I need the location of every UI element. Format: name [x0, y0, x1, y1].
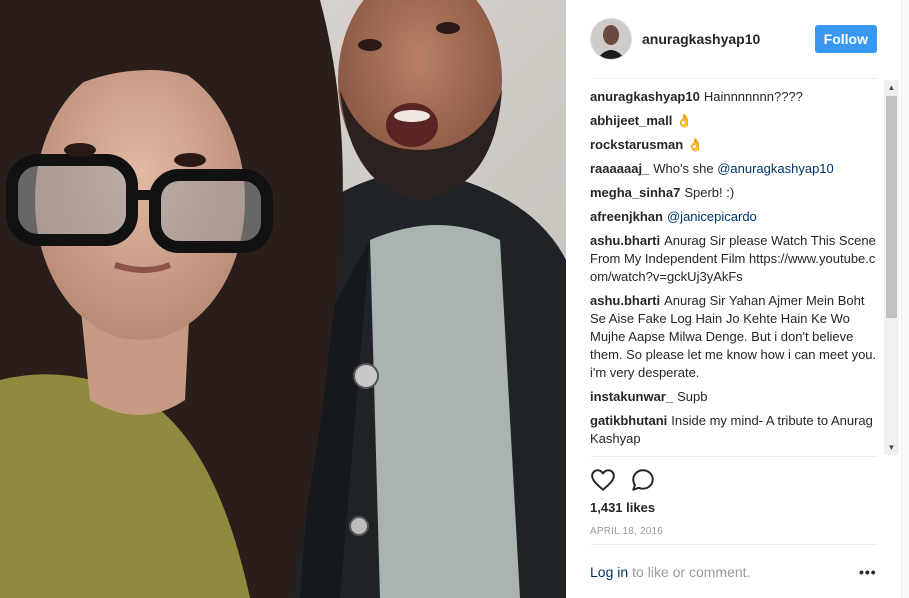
comment-username[interactable]: ashu.bharti [590, 233, 660, 248]
login-link[interactable]: Log in [590, 564, 628, 580]
login-prompt: Log in to like or comment. [590, 564, 877, 580]
more-options-icon[interactable]: ••• [859, 564, 877, 580]
comment-username[interactable]: ashu.bharti [590, 293, 660, 308]
comment-text: Sperb! :) [684, 185, 735, 200]
avatar-image [591, 19, 631, 59]
post-photo-illustration [0, 0, 566, 598]
heart-icon[interactable] [590, 467, 616, 493]
comment-item: abhijeet_mall 👌 [590, 112, 882, 130]
comment-username[interactable]: megha_sinha7 [590, 185, 680, 200]
comments-divider [590, 456, 877, 457]
login-prompt-text: to like or comment. [632, 564, 751, 580]
post-date: APRIL 18, 2016 [590, 526, 664, 537]
comments-list[interactable]: anuragkashyap10 Hainnnnnnn???? abhijeet_m… [590, 88, 882, 456]
comment-mention[interactable]: @anuragkashyap10 [717, 161, 834, 176]
avatar[interactable] [590, 18, 632, 60]
scrollbar-thumb[interactable] [886, 96, 897, 318]
post-photo [0, 0, 566, 598]
comment-text: 👌 [676, 113, 693, 128]
comment-text: Who's she [653, 161, 714, 176]
comment-item: megha_sinha7 Sperb! :) [590, 184, 882, 202]
comment-item: ashu.bharti Anurag Sir please Watch This … [590, 232, 882, 286]
comment-item: rockstarusman 👌 [590, 136, 882, 154]
follow-button[interactable]: Follow [814, 25, 877, 53]
comment-text: 👌 [687, 137, 704, 152]
window-edge [901, 0, 909, 598]
scroll-down-arrow-icon[interactable]: ▼ [884, 440, 899, 455]
comments-scrollbar[interactable]: ▲ ▼ [884, 80, 899, 455]
comment-username[interactable]: anuragkashyap10 [590, 89, 700, 104]
post-header: anuragkashyap10 Follow [590, 18, 877, 60]
comment-item: instakunwar_ Supb [590, 388, 882, 406]
comment-item: anuragkashyap10 Hainnnnnnn???? [590, 88, 882, 106]
post-actions [590, 466, 670, 494]
comment-username[interactable]: afreenjkhan [590, 209, 663, 224]
header-divider [590, 78, 877, 79]
comment-username[interactable]: raaaaaaj_ [590, 161, 649, 176]
comment-bubble-icon[interactable] [630, 467, 656, 493]
comment-username[interactable]: rockstarusman [590, 137, 683, 152]
comment-username[interactable]: instakunwar_ [590, 389, 673, 404]
comment-item: gatikbhutani Inside my mind- A tribute to… [590, 412, 882, 448]
comment-item: ashu.bharti Anurag Sir Yahan Ajmer Mein B… [590, 292, 882, 382]
comment-text: Hainnnnnnn???? [703, 89, 803, 104]
comment-username[interactable]: abhijeet_mall [590, 113, 672, 128]
likes-count[interactable]: 1,431 likes [590, 500, 655, 515]
post-username[interactable]: anuragkashyap10 [642, 31, 815, 47]
comment-item: afreenjkhan @janicepicardo [590, 208, 882, 226]
scroll-up-arrow-icon[interactable]: ▲ [884, 80, 899, 95]
comment-mention[interactable]: @janicepicardo [667, 209, 757, 224]
comment-item: raaaaaaj_ Who's she @anuragkashyap10 [590, 160, 882, 178]
comment-text: Supb [677, 389, 708, 404]
comment-username[interactable]: gatikbhutani [590, 413, 667, 428]
footer-divider [590, 544, 877, 545]
